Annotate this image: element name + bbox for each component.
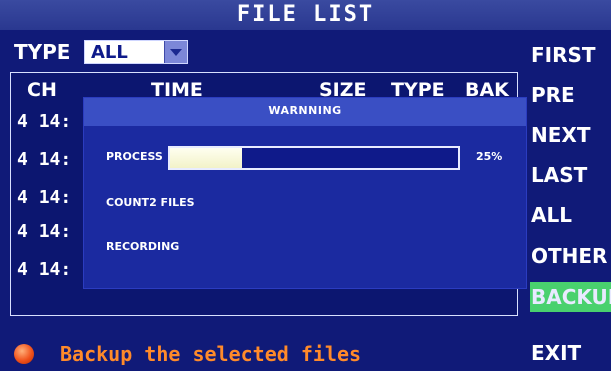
next-button[interactable]: NEXT <box>530 120 611 150</box>
status-message: Backup the selected files <box>60 342 362 366</box>
cell-time: 14: <box>38 149 72 170</box>
table-row[interactable]: 4 14: <box>17 111 71 132</box>
backup-button[interactable]: BACKUP <box>530 282 611 312</box>
backup-progress-bar <box>168 146 460 170</box>
page-title: FILE LIST <box>236 2 375 27</box>
exit-button[interactable]: EXIT <box>530 338 611 368</box>
progress-fill <box>170 148 242 168</box>
chevron-down-icon[interactable] <box>164 41 187 63</box>
title-bar: FILE LIST <box>0 0 611 30</box>
cell-time: 14: <box>38 111 72 132</box>
last-button[interactable]: LAST <box>530 160 611 190</box>
dvr-file-list-screen: FILE LIST TYPE ALL CH TIME SIZE TYPE BAK… <box>0 0 611 371</box>
other-button[interactable]: OTHER <box>530 241 611 271</box>
warning-dialog: WARNNING PROCESS 25% COUNT2 FILES RECORD… <box>84 98 526 288</box>
cell-ch: 4 <box>17 111 28 132</box>
cell-time: 14: <box>38 221 72 242</box>
type-filter-label: TYPE <box>14 40 71 64</box>
file-count-text: COUNT2 FILES <box>106 196 195 209</box>
first-button[interactable]: FIRST <box>530 40 611 70</box>
cell-ch: 4 <box>17 187 28 208</box>
cell-time: 14: <box>38 187 72 208</box>
column-header-ch: CH <box>27 79 57 101</box>
table-row[interactable]: 4 14: <box>17 149 71 170</box>
table-row[interactable]: 4 14: <box>17 187 71 208</box>
recording-status-text: RECORDING <box>106 240 180 253</box>
status-indicator-icon <box>14 344 34 364</box>
cell-ch: 4 <box>17 259 28 280</box>
type-filter-select[interactable]: ALL <box>84 40 188 64</box>
table-row[interactable]: 4 14: <box>17 259 71 280</box>
type-filter-value: ALL <box>91 42 128 63</box>
prev-button[interactable]: PRE <box>530 80 611 110</box>
cell-ch: 4 <box>17 221 28 242</box>
cell-ch: 4 <box>17 149 28 170</box>
cell-time: 14: <box>38 259 72 280</box>
table-row[interactable]: 4 14: <box>17 221 71 242</box>
all-button[interactable]: ALL <box>530 200 611 230</box>
warning-dialog-header: WARNNING <box>84 98 526 126</box>
progress-percent: 25% <box>476 150 503 163</box>
process-label: PROCESS <box>106 150 163 163</box>
warning-dialog-title: WARNNING <box>268 104 342 117</box>
